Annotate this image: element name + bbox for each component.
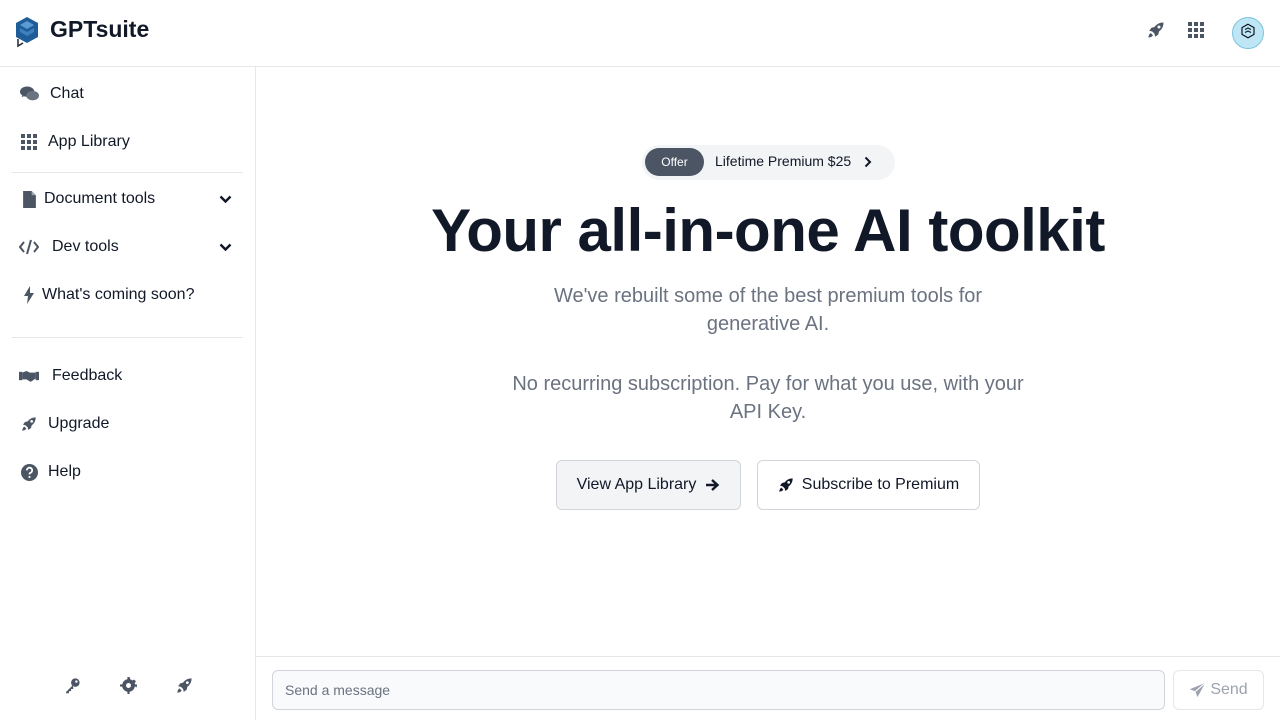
logo-icon — [14, 15, 40, 54]
sidebar-item-label: Help — [48, 463, 81, 480]
sidebar-item-whats-coming-soon[interactable]: What's coming soon? — [12, 275, 244, 315]
grid-icon — [19, 132, 39, 152]
sidebar-divider — [12, 172, 243, 173]
arrow-right-icon — [704, 477, 720, 493]
offer-badge: Offer — [645, 148, 704, 176]
offer-pill[interactable]: Offer Lifetime Premium $25 — [642, 145, 895, 180]
app-name: GPTsuite — [50, 16, 150, 42]
sidebar-item-feedback[interactable]: Feedback — [12, 356, 244, 396]
offer-text: Lifetime Premium $25 — [715, 153, 852, 169]
page-title: Your all-in-one AI toolkit — [431, 197, 1105, 264]
chat-icon — [19, 84, 39, 104]
sidebar-item-label: What's coming soon? — [42, 286, 195, 303]
rocket-icon — [19, 414, 39, 434]
send-button[interactable]: Send — [1173, 670, 1264, 710]
sidebar: Chat App Library Document tools Dev tool… — [0, 67, 256, 720]
sidebar-item-chat[interactable]: Chat — [12, 74, 244, 114]
rocket-icon — [778, 477, 794, 493]
button-label: View App Library — [576, 476, 697, 493]
sidebar-item-label: Upgrade — [48, 415, 110, 432]
subtitle-primary: We've rebuilt some of the best premium t… — [553, 285, 983, 335]
bolt-icon — [19, 285, 39, 305]
sidebar-item-label: Feedback — [52, 367, 123, 384]
sidebar-item-dev-tools[interactable]: Dev tools — [12, 227, 244, 267]
view-app-library-button[interactable]: View App Library — [556, 460, 741, 510]
subtitle-secondary: No recurring subscription. Pay for what … — [512, 373, 1024, 423]
chevron-down-icon[interactable] — [218, 240, 232, 254]
top-header: GPTsuite — [0, 0, 1280, 67]
sidebar-item-label: Chat — [50, 85, 84, 102]
rocket-icon[interactable] — [1146, 20, 1166, 40]
sidebar-item-label: Dev tools — [52, 238, 119, 255]
subscribe-premium-button[interactable]: Subscribe to Premium — [757, 460, 980, 510]
key-icon[interactable] — [62, 675, 82, 695]
document-icon — [19, 189, 39, 209]
message-input[interactable] — [272, 670, 1165, 710]
sidebar-item-label: Document tools — [44, 190, 156, 207]
avatar-icon — [1239, 22, 1257, 45]
handshake-icon — [19, 366, 39, 386]
app-logo[interactable]: GPTsuite — [14, 15, 149, 54]
button-label: Subscribe to Premium — [801, 476, 960, 493]
sidebar-item-app-library[interactable]: App Library — [12, 122, 244, 162]
sidebar-item-document-tools[interactable]: Document tools — [12, 179, 244, 219]
sidebar-divider — [12, 337, 243, 338]
help-icon — [19, 462, 39, 482]
composer-bar: Send — [256, 656, 1280, 720]
grid-icon[interactable] — [1186, 20, 1206, 40]
chevron-right-icon — [862, 155, 874, 169]
rocket-icon[interactable] — [174, 675, 194, 695]
send-label: Send — [1210, 681, 1248, 698]
gear-icon[interactable] — [118, 675, 138, 695]
sidebar-item-label: App Library — [48, 133, 130, 150]
user-avatar[interactable] — [1232, 17, 1264, 49]
chevron-down-icon[interactable] — [218, 192, 232, 206]
sidebar-item-upgrade[interactable]: Upgrade — [12, 404, 244, 444]
sidebar-item-help[interactable]: Help — [12, 452, 244, 492]
code-icon — [19, 237, 39, 257]
send-icon — [1189, 682, 1206, 698]
